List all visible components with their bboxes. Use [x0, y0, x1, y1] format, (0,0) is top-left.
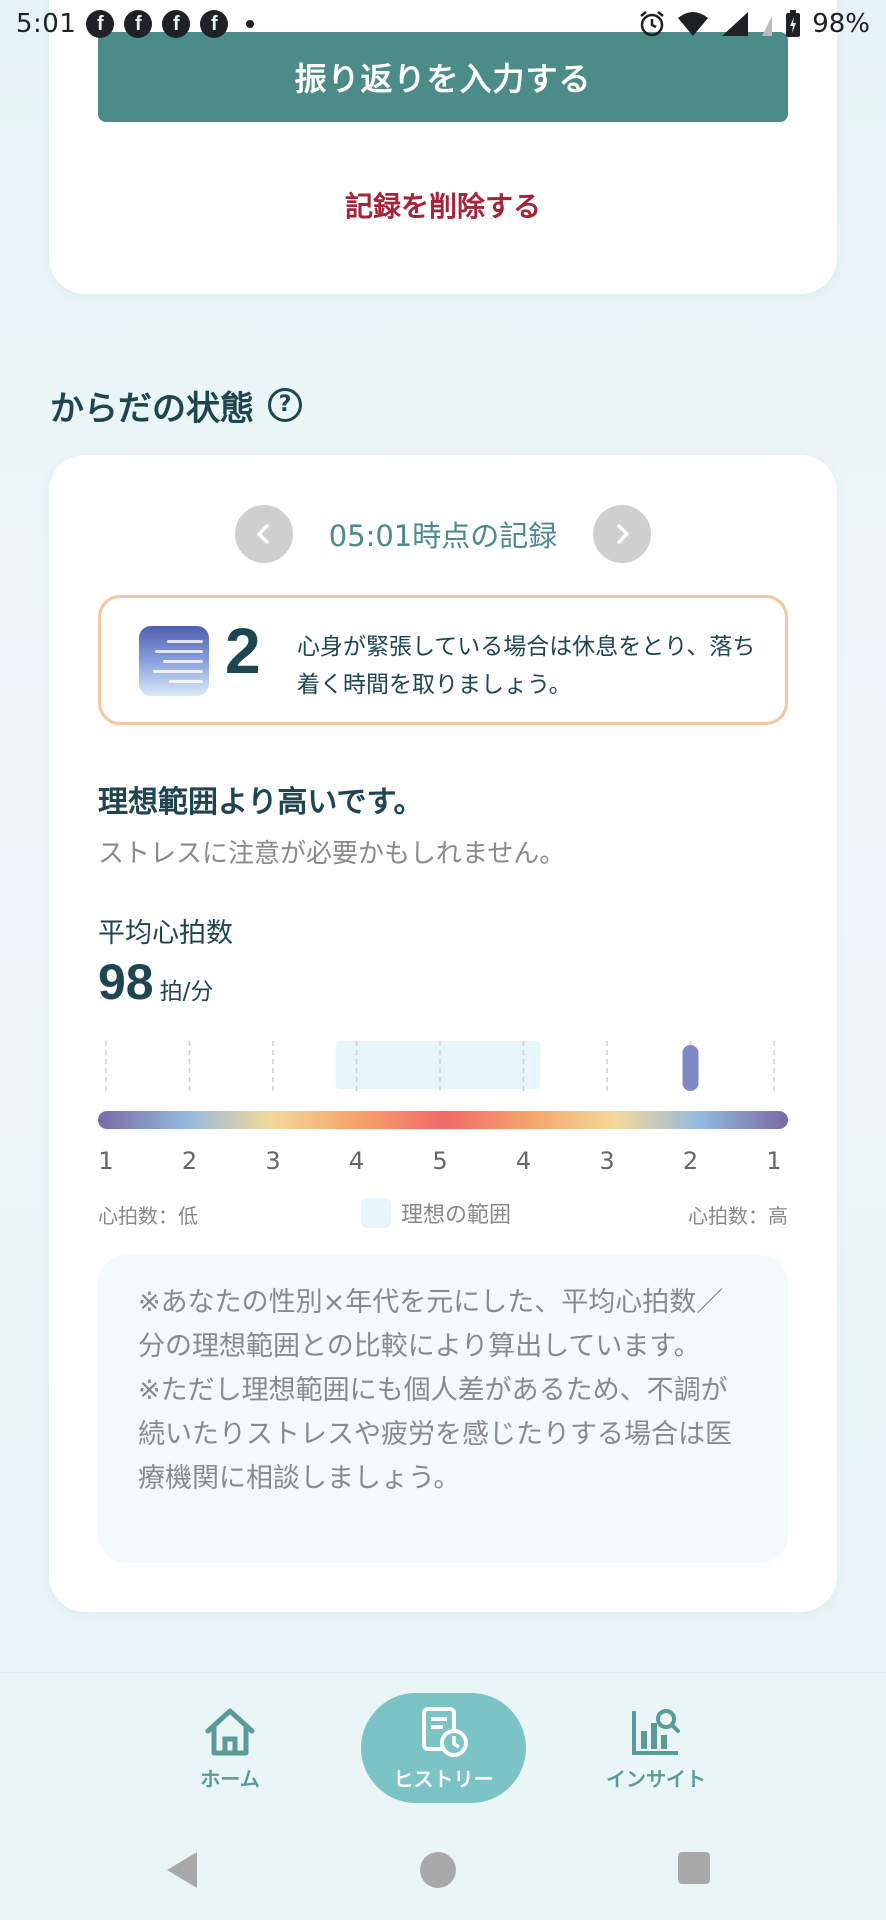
- facebook-notification-icon: f: [162, 10, 191, 38]
- gauge-tick-label: 2: [683, 1147, 698, 1175]
- status-subline: ストレスに注意が必要かもしれません。: [98, 839, 566, 869]
- body-condition-card: 05:01時点の記録 2 心身が緊張している場合は休息をとり、落ち着く時間を取り…: [49, 455, 837, 1612]
- facebook-notification-icon: f: [86, 10, 115, 38]
- help-icon[interactable]: ?: [268, 388, 302, 422]
- legend-ideal: 理想の範囲: [361, 1197, 511, 1229]
- gauge-tick-label: 4: [516, 1147, 531, 1175]
- chevron-left-icon: [256, 524, 269, 544]
- history-icon: [421, 1706, 468, 1757]
- heart-rate-label: 平均心拍数: [98, 918, 233, 949]
- nav-home-label: ホーム: [200, 1766, 260, 1791]
- insight-icon: [632, 1708, 680, 1755]
- status-left: 5:01 f f f f: [16, 9, 255, 39]
- back-icon[interactable]: [163, 1850, 199, 1890]
- section-header: からだの状態 ?: [50, 380, 302, 430]
- ideal-range-swatch: [361, 1198, 391, 1228]
- record-navigator: 05:01時点の記録: [49, 505, 837, 563]
- delete-record-link[interactable]: 記録を削除する: [98, 182, 788, 232]
- status-headline: 理想範囲より高いです。: [98, 785, 424, 820]
- heart-rate-value: 98: [98, 954, 154, 1010]
- section-title: からだの状態: [50, 388, 254, 429]
- score-box: 2 心身が緊張している場合は休息をとり、落ち着く時間を取りましょう。: [98, 595, 788, 725]
- wind-level-icon: [139, 626, 209, 696]
- system-navigation: [0, 1820, 886, 1920]
- legend-low: 心拍数：低: [98, 1204, 198, 1228]
- battery-percent: 98%: [812, 9, 870, 39]
- gauge-tick-label: 1: [766, 1147, 781, 1175]
- heart-rate-gauge: 1 2 3 4 5 4 3 2 1: [98, 1041, 788, 1175]
- chevron-right-icon: [617, 524, 630, 544]
- recent-apps-icon[interactable]: [678, 1852, 710, 1884]
- status-time: 5:01: [16, 9, 77, 39]
- status-bar: 5:01 f f f f 98%: [0, 0, 886, 48]
- record-time-label: 05:01時点の記録: [328, 519, 558, 553]
- facebook-notification-icon: f: [200, 10, 229, 38]
- nav-history-label: ヒストリー: [393, 1766, 494, 1791]
- gauge-tick-label: 4: [349, 1147, 364, 1175]
- nav-insight[interactable]: インサイト: [596, 1693, 716, 1803]
- bottom-navigation: ホーム ヒストリー インサイト: [0, 1672, 886, 1820]
- note-line-1: ※あなたの性別×年代を元にした、平均心拍数／分の理想範囲との比較により算出してい…: [138, 1287, 724, 1362]
- gauge-tick-label: 3: [599, 1147, 614, 1175]
- note-line-2: ※ただし理想範囲にも個人差があるため、不調が続いたりストレスや疲労を感じたりする…: [138, 1375, 732, 1494]
- score-value: 2: [225, 615, 261, 687]
- legend-ideal-label: 理想の範囲: [401, 1203, 512, 1228]
- explanation-note: ※あなたの性別×年代を元にした、平均心拍数／分の理想範囲との比較により算出してい…: [98, 1255, 788, 1563]
- status-right: 98%: [638, 9, 870, 39]
- score-message: 心身が緊張している場合は休息をとり、落ち着く時間を取りましょう。: [297, 634, 756, 698]
- current-level-marker: [682, 1045, 699, 1091]
- more-notifications-icon: [246, 20, 255, 28]
- heart-rate-unit: 拍/分: [159, 979, 214, 1005]
- home-circle-icon[interactable]: [420, 1852, 456, 1888]
- gauge-tick-label: 1: [98, 1147, 113, 1175]
- ideal-range-band: [335, 1041, 541, 1089]
- cell-signal-icon: [722, 12, 749, 36]
- gauge-tick-label: 5: [432, 1147, 447, 1175]
- nav-home[interactable]: ホーム: [170, 1693, 290, 1803]
- alarm-icon: [640, 11, 664, 37]
- next-record-button[interactable]: [593, 505, 652, 563]
- cell-signal-2-icon: [762, 16, 773, 36]
- previous-record-button[interactable]: [234, 505, 293, 563]
- wifi-icon: [678, 12, 709, 36]
- gauge-tick-label: 3: [265, 1147, 280, 1175]
- heart-rate-scale-bar: [98, 1111, 788, 1129]
- legend-high: 心拍数：高: [688, 1204, 788, 1228]
- gauge-tick-label: 2: [182, 1147, 197, 1175]
- heart-rate-value-group: 98 拍/分: [98, 953, 213, 1011]
- home-icon: [205, 1708, 255, 1755]
- facebook-notification-icon: f: [124, 10, 153, 38]
- nav-history[interactable]: ヒストリー: [361, 1693, 526, 1803]
- battery-icon: [786, 10, 801, 37]
- nav-insight-label: インサイト: [606, 1766, 706, 1791]
